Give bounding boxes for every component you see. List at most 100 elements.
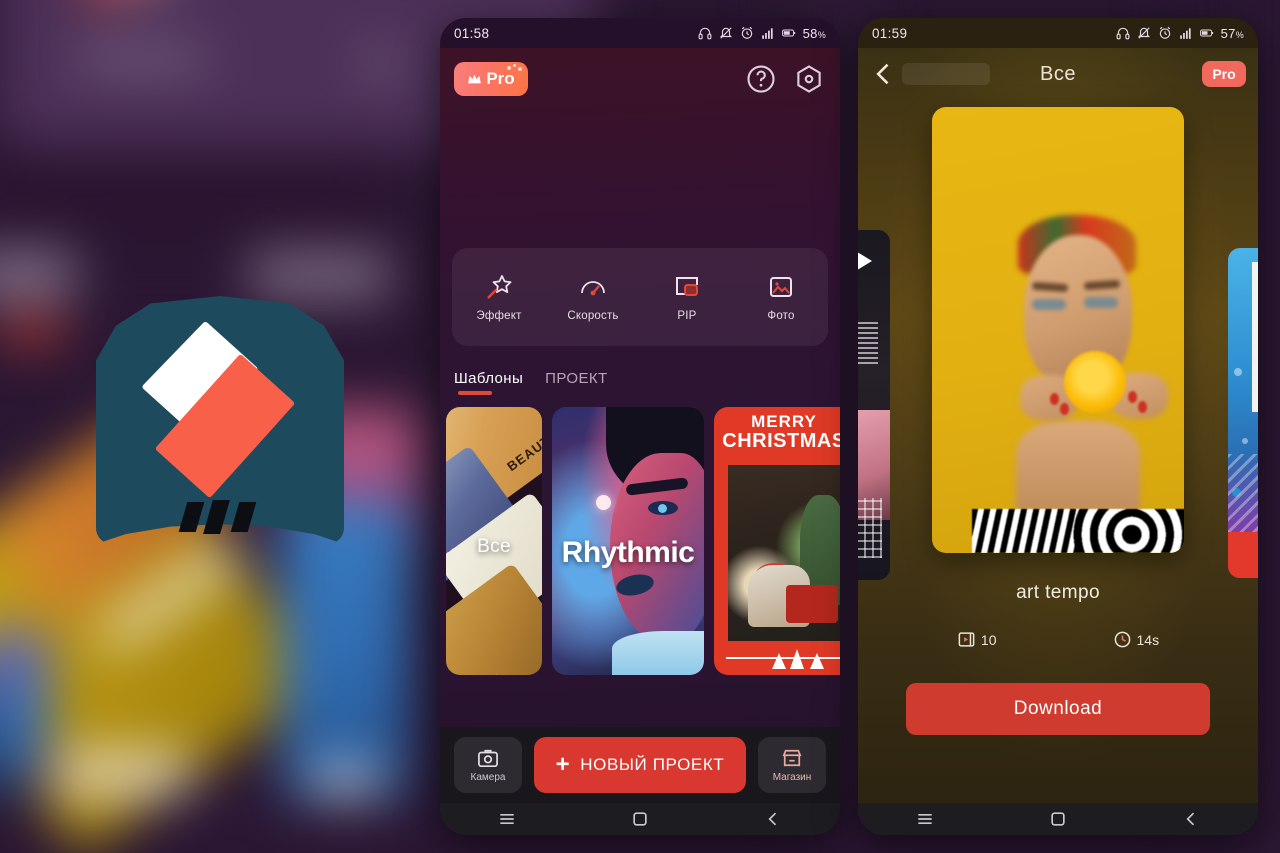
phone-screen-template-detail: 01:59 57% Все Pro art tempo 10 14s Downl… [858,18,1258,835]
pro-badge[interactable]: Pro [1202,61,1246,87]
plus-icon: + [555,751,571,778]
status-time: 01:58 [454,25,490,41]
headphones-icon [1116,27,1130,40]
duration-value: 14s [1136,631,1160,648]
play-triangle-icon [858,250,872,272]
back-chevron-icon[interactable] [1181,809,1201,829]
template-card-label: Rhythmic [561,535,695,569]
phone-screen-home: 01:58 58% Pro Эффект Скорость PIP Фото Ш… [440,18,840,835]
headphones-icon [698,27,712,40]
battery-percent: 58% [802,25,826,41]
android-nav-bar-right [858,803,1258,835]
sparkle-icon [507,64,523,74]
tool-shortcut-row: Эффект Скорость PIP Фото [452,248,828,346]
status-time: 01:59 [872,25,908,41]
home-action-bar: Камера + НОВЫЙ ПРОЕКТ Магазин [440,727,840,803]
clock-icon [1114,631,1130,648]
duration: 14s [1113,630,1160,649]
shop-button[interactable]: Магазин [758,737,826,793]
carousel-card-active[interactable] [932,107,1184,553]
top-bar-actions [746,64,824,94]
tab-templates[interactable]: Шаблоны [454,370,523,395]
camera-icon [478,749,498,767]
store-icon [782,749,802,766]
wondershare-logo [178,500,259,534]
screenshot-root: 01:58 58% Pro Эффект Скорость PIP Фото Ш… [0,0,1280,853]
magic-wand-star-icon [487,274,512,299]
alarm-clock-icon [1159,26,1170,39]
bg-label-a [76,48,206,70]
photo-image-icon [770,276,792,297]
home-square-icon[interactable] [630,809,650,829]
status-icons: 57% [1116,26,1244,41]
collage-tag-travel: TRAVEL [456,669,507,675]
film-clip-icon [958,632,975,647]
christmas-title-line1: MERRY [751,412,817,431]
download-button[interactable]: Download [906,683,1210,735]
carousel-card-next[interactable] [1228,248,1258,578]
template-card-christmas[interactable]: MERRY CHRISTMAS [714,407,840,675]
bg-deep-band [0,148,380,240]
template-thumb-christmas: MERRY CHRISTMAS [714,407,840,675]
home-screen-body: Pro Эффект Скорость PIP Фото Шаблоны ПРО… [440,48,840,835]
bg-label-b [364,48,400,78]
crown-icon [468,74,482,84]
tool-pip[interactable]: PIP [640,273,734,322]
camera-button[interactable]: Камера [454,737,522,793]
menu-icon[interactable] [497,809,517,829]
alarm-clock-icon [741,26,752,39]
tool-effect[interactable]: Эффект [452,273,546,322]
preview-empty-area [440,96,840,248]
tool-pip-label: PIP [677,309,697,322]
settings-hexagon-icon[interactable] [794,64,824,94]
signal-4g-icon [1179,28,1191,39]
shop-button-label: Магазин [772,771,812,783]
collage-tag-beauty: BEAUTY [504,426,542,475]
status-bar-right: 01:59 57% [858,18,1258,48]
page-title: Все [1040,62,1076,85]
tab-project[interactable]: ПРОЕКТ [545,370,607,395]
tool-photo[interactable]: Фото [734,273,828,322]
status-bar-middle: 01:58 58% [440,18,840,48]
clip-count-value: 10 [980,631,997,648]
tool-speed[interactable]: Скорость [546,273,640,322]
menu-icon[interactable] [915,809,935,829]
speedometer-icon [581,280,605,295]
template-carousel[interactable]: BEAUTY CITY TRAVEL Все [440,395,840,675]
camera-button-label: Камера [470,771,506,783]
bg-red-accent [0,318,64,344]
new-project-button[interactable]: + НОВЫЙ ПРОЕКТ [534,737,746,793]
bg-white-block [312,768,378,794]
battery-icon [1199,29,1213,37]
carousel-card-prev[interactable] [858,230,890,580]
template-card-all[interactable]: BEAUTY CITY TRAVEL Все [446,407,542,675]
template-card-label: Все [477,535,511,557]
home-square-icon[interactable] [1048,809,1068,829]
clip-count: 10 [957,630,997,649]
android-nav-bar-middle [440,803,840,835]
help-circle-icon[interactable] [746,64,776,94]
tool-photo-label: Фото [767,309,795,322]
template-preview-carousel[interactable] [858,100,1258,580]
pro-upgrade-badge[interactable]: Pro [454,62,528,96]
status-icons: 58% [698,26,826,41]
template-meta-row: 10 14s [858,630,1258,649]
template-title: art tempo [1016,582,1100,603]
bell-muted-icon [1137,27,1150,39]
picture-in-picture-icon [676,276,698,296]
tool-effect-label: Эффект [476,309,522,322]
battery-percent: 57% [1220,25,1244,41]
new-project-label: НОВЫЙ ПРОЕКТ [580,755,725,774]
bg-bottom-text [58,752,188,794]
template-detail-body: Все Pro art tempo 10 14s Download [858,48,1258,835]
template-card-rhythmic[interactable]: Rhythmic [552,407,704,675]
app-top-bar: Pro [440,48,840,96]
christmas-title: MERRY CHRISTMAS [714,413,840,452]
christmas-title-line2: CHRISTMAS [722,429,840,452]
content-tabs: Шаблоны ПРОЕКТ [440,346,840,395]
back-chevron-icon[interactable] [763,809,783,829]
tool-speed-label: Скорость [567,309,619,322]
bell-muted-icon [719,27,732,39]
battery-icon [781,29,795,37]
bg-blue-card [280,500,410,800]
